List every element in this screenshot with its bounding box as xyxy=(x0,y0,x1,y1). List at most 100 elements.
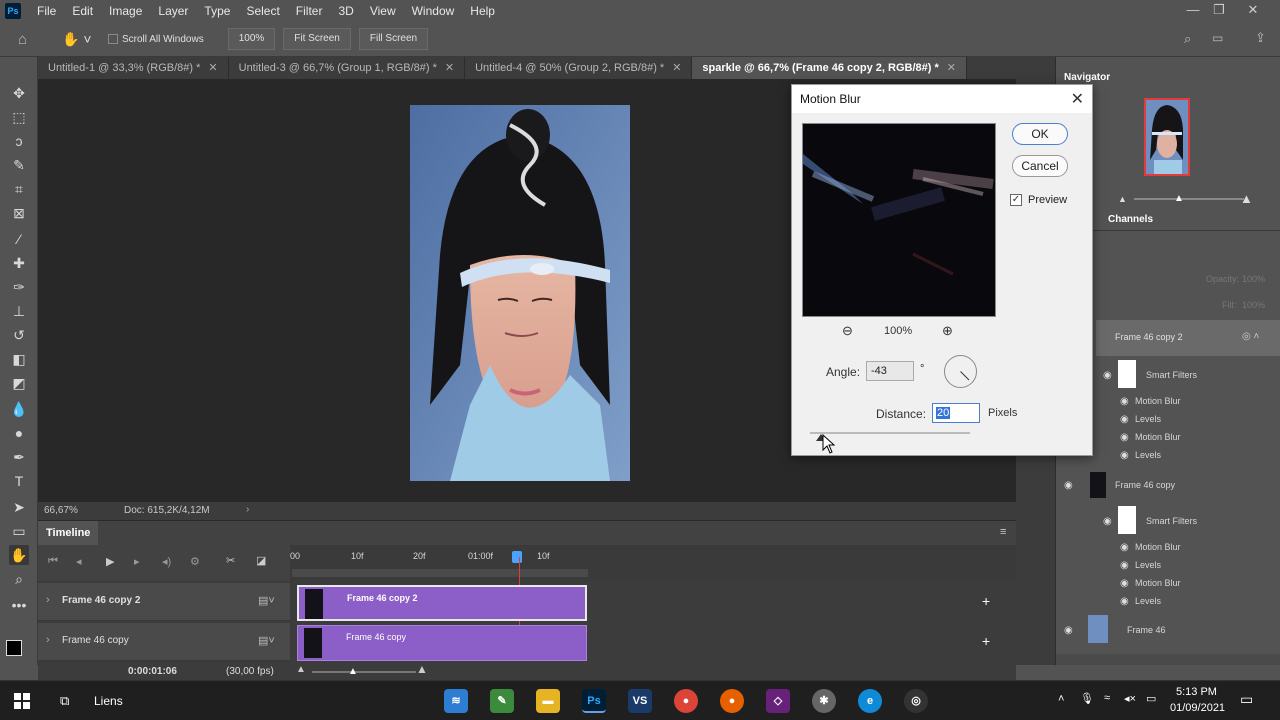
film-icon[interactable]: ▤˅ xyxy=(258,594,275,607)
type-tool-icon[interactable]: T xyxy=(9,471,29,491)
filter-item[interactable]: Levels xyxy=(1135,414,1161,424)
healing-brush-icon[interactable]: ✚ xyxy=(9,253,29,273)
microphone-icon[interactable]: 🎙 xyxy=(1080,692,1094,705)
close-icon[interactable]: ✕ xyxy=(1071,89,1084,109)
lasso-tool-icon[interactable]: ↄ xyxy=(9,131,29,151)
minimize-icon[interactable]: — xyxy=(1180,0,1206,22)
share-icon[interactable]: ⇪ xyxy=(1255,30,1266,46)
add-media-icon[interactable]: + xyxy=(982,633,990,649)
timeline-zoom-thumb[interactable]: ▲ xyxy=(348,666,358,677)
paint-bucket-icon[interactable]: ◩ xyxy=(9,373,29,393)
notifications-icon[interactable]: ▭ xyxy=(1240,691,1253,708)
foreground-color-swatch[interactable] xyxy=(6,640,22,656)
menu-3d[interactable]: 3D xyxy=(330,0,361,22)
eyedropper-tool-icon[interactable]: ⁄ xyxy=(9,229,29,249)
windows-start-icon[interactable] xyxy=(14,693,30,709)
menu-layer[interactable]: Layer xyxy=(150,0,196,22)
firefox-icon[interactable]: ● xyxy=(720,689,744,713)
eye-icon[interactable]: ◉ xyxy=(1103,516,1112,527)
work-area-bar[interactable] xyxy=(292,569,588,577)
layer-name[interactable]: Frame 46 xyxy=(1127,625,1166,635)
eye-icon[interactable]: ◉ xyxy=(1064,480,1073,491)
quick-select-tool-icon[interactable]: ✎ xyxy=(9,155,29,175)
restore-icon[interactable]: ❐ xyxy=(1206,0,1232,22)
close-tab-icon[interactable]: ✕ xyxy=(445,62,454,74)
photoshop-taskbar-icon[interactable]: Ps xyxy=(582,689,606,713)
chrome-icon[interactable]: ● xyxy=(674,689,698,713)
filter-item[interactable]: Motion Blur xyxy=(1135,578,1181,588)
eye-icon[interactable]: ◉ xyxy=(1120,542,1129,553)
menu-file[interactable]: File xyxy=(29,0,64,22)
angle-input[interactable]: -43 xyxy=(866,361,914,381)
status-arrow-icon[interactable]: › xyxy=(246,504,249,515)
filter-item[interactable]: Levels xyxy=(1135,596,1161,606)
eye-icon[interactable]: ◉ xyxy=(1120,596,1129,607)
hand-tool-preset-icon[interactable]: ✋ ˅ xyxy=(62,31,98,48)
smart-filter-mask[interactable] xyxy=(1118,360,1136,388)
cancel-button[interactable]: Cancel xyxy=(1012,155,1068,177)
zoom-tool-icon[interactable]: ⌕ xyxy=(9,569,29,589)
filter-item[interactable]: Levels xyxy=(1135,560,1161,570)
tab-untitled-4[interactable]: Untitled-4 @ 50% (Group 2, RGB/8#) * ✕ xyxy=(465,57,693,79)
zoom-in-timeline-icon[interactable]: ▲ xyxy=(416,662,428,676)
edge-icon[interactable]: e xyxy=(858,689,882,713)
network-app-icon[interactable]: ≋ xyxy=(444,689,468,713)
panel-menu-icon[interactable]: ≡ xyxy=(1000,526,1006,538)
close-window-icon[interactable]: ✕ xyxy=(1240,0,1266,22)
tab-untitled-3[interactable]: Untitled-3 @ 66,7% (Group 1, RGB/8#) * ✕ xyxy=(229,57,466,79)
menu-image[interactable]: Image xyxy=(101,0,150,22)
davinci-icon[interactable]: ✱ xyxy=(812,689,836,713)
angle-dial[interactable] xyxy=(944,355,977,388)
search-icon[interactable]: ⌕ xyxy=(1184,31,1191,47)
workspace-icon[interactable]: ▭ xyxy=(1212,31,1223,45)
brush-tool-icon[interactable]: ✑ xyxy=(9,277,29,297)
layer-name[interactable]: Frame 46 copy xyxy=(1115,480,1175,490)
clone-stamp-icon[interactable]: ⊥ xyxy=(9,301,29,321)
filter-item[interactable]: Motion Blur xyxy=(1135,396,1181,406)
battery-icon[interactable]: ▭ xyxy=(1146,692,1156,705)
move-tool-icon[interactable]: ✥ xyxy=(9,83,29,103)
filter-item[interactable]: Motion Blur xyxy=(1135,432,1181,442)
frame-tool-icon[interactable]: ⊠ xyxy=(9,203,29,223)
fill-screen-button[interactable]: Fill Screen xyxy=(358,28,429,50)
path-select-icon[interactable]: ➤ xyxy=(9,497,29,517)
visual-studio-icon[interactable]: ◇ xyxy=(766,689,790,713)
nav-zoom-in-icon[interactable]: ▲ xyxy=(1240,191,1253,206)
filter-item[interactable]: Motion Blur xyxy=(1135,542,1181,552)
menu-type[interactable]: Type xyxy=(196,0,238,22)
tray-chevron-icon[interactable]: ˄ xyxy=(1058,693,1064,705)
chevron-right-icon[interactable]: › xyxy=(46,594,50,606)
clock-time[interactable]: 5:13 PM xyxy=(1176,686,1217,698)
menu-help[interactable]: Help xyxy=(462,0,503,22)
first-frame-icon[interactable]: ⏮ xyxy=(48,555,58,568)
eye-icon[interactable]: ◉ xyxy=(1120,396,1129,407)
filter-preview[interactable] xyxy=(802,123,996,317)
distance-input[interactable]: 20 xyxy=(932,403,980,423)
eye-icon[interactable]: ◉ xyxy=(1103,370,1112,381)
timeline-zoom-slider[interactable] xyxy=(312,671,416,673)
preview-checkbox[interactable]: ✓ xyxy=(1010,194,1022,206)
vs-app-icon[interactable]: VS xyxy=(628,689,652,713)
next-frame-icon[interactable]: ▸ xyxy=(134,555,140,568)
fill-value[interactable]: 100% xyxy=(1242,300,1265,310)
prev-frame-icon[interactable]: ◂ xyxy=(76,555,82,568)
transition-icon[interactable]: ◪ xyxy=(256,554,266,567)
pen-tool-icon[interactable]: ✒ xyxy=(9,447,29,467)
document-image[interactable] xyxy=(410,105,630,481)
hand-tool-icon[interactable]: ✋ xyxy=(9,545,29,565)
smart-filter-mask[interactable] xyxy=(1118,506,1136,534)
crop-tool-icon[interactable]: ⌗ xyxy=(9,179,29,199)
channels-tab[interactable]: Channels xyxy=(1100,210,1161,230)
tab-untitled-1[interactable]: Untitled-1 @ 33,3% (RGB/8#) * ✕ xyxy=(38,57,229,79)
menu-view[interactable]: View xyxy=(362,0,404,22)
menu-edit[interactable]: Edit xyxy=(64,0,101,22)
close-tab-icon[interactable]: ✕ xyxy=(208,62,217,74)
eye-icon[interactable]: ◉ xyxy=(1120,414,1129,425)
eye-icon[interactable]: ◉ xyxy=(1120,432,1129,443)
blur-tool-icon[interactable]: 💧 xyxy=(9,399,29,419)
menu-select[interactable]: Select xyxy=(238,0,287,22)
taskbar-search-text[interactable]: Liens xyxy=(94,694,123,708)
home-icon[interactable]: ⌂ xyxy=(18,31,38,48)
eye-icon[interactable]: ◉ xyxy=(1120,560,1129,571)
split-icon[interactable]: ✂ xyxy=(226,554,235,567)
